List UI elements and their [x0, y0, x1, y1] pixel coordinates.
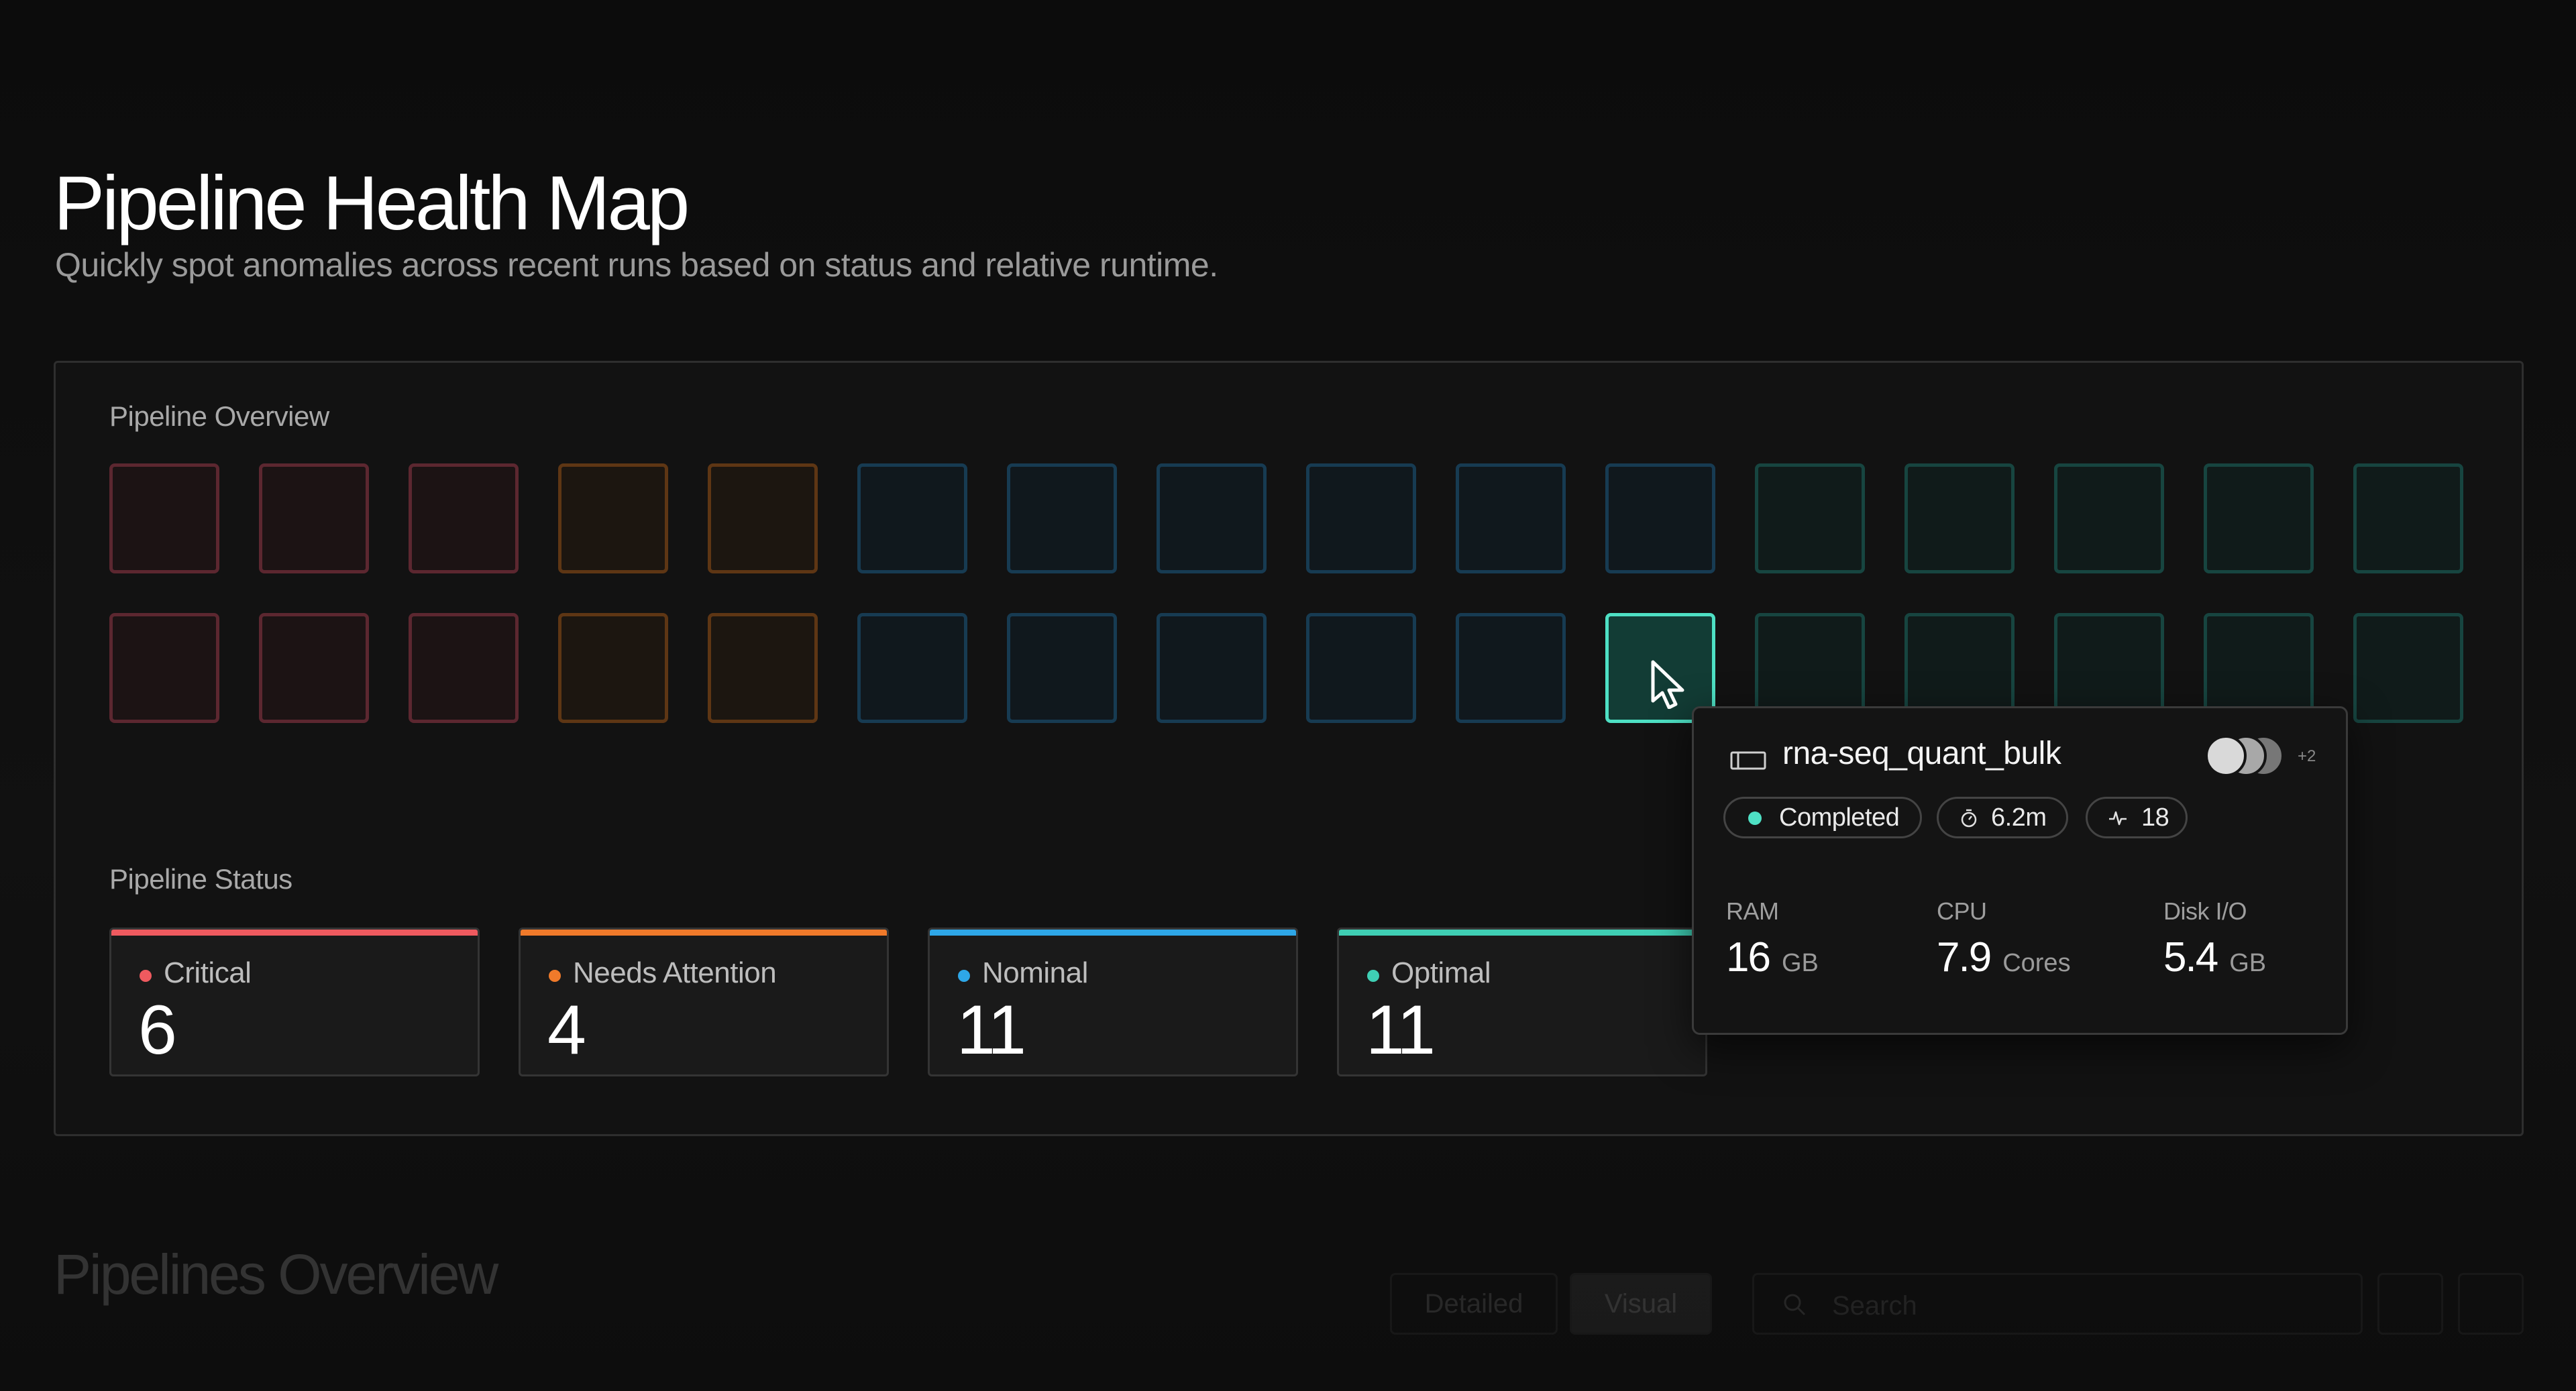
pipeline-cell-nominal[interactable] [1157, 463, 1267, 573]
pipeline-cell-nominal[interactable] [1007, 463, 1117, 573]
metric-disk-io: Disk I/O 5.4 GB [2163, 897, 2266, 981]
view-detailed-button[interactable]: Detailed [1390, 1273, 1558, 1335]
status-label: Pipeline Status [109, 863, 292, 895]
status-dot [140, 970, 152, 982]
status-card-name: Nominal [982, 956, 1088, 989]
pipeline-cell-optimal[interactable] [2204, 463, 2314, 573]
runtime-text: 6.2m [1991, 803, 2047, 832]
pipeline-cell-nominal[interactable] [1007, 613, 1117, 723]
metric-label: RAM [1726, 897, 1779, 925]
page-title: Pipeline Health Map [54, 161, 690, 246]
pipeline-cell-optimal[interactable] [1755, 463, 1865, 573]
stopwatch-icon [1961, 809, 1977, 828]
pipeline-cell-critical[interactable] [109, 613, 219, 723]
filter-button[interactable] [2377, 1273, 2443, 1335]
status-card-count: 4 [547, 991, 586, 1069]
status-card-count: 11 [1366, 991, 1436, 1069]
pipeline-cell-critical[interactable] [409, 613, 519, 723]
pipeline-cell-attention[interactable] [558, 613, 668, 723]
status-card-critical[interactable]: Critical 6 [109, 928, 480, 1076]
search-input[interactable]: Search [1752, 1273, 2363, 1335]
avatar-group[interactable] [2205, 735, 2292, 778]
runs-pill: 18 [2086, 797, 2188, 838]
pipeline-cell-attention[interactable] [708, 463, 818, 573]
pipeline-name: rna-seq_quant_bulk [1782, 736, 2061, 771]
section-title: Pipelines Overview [54, 1243, 498, 1306]
avatar-overflow-count: +2 [2298, 747, 2316, 765]
pipeline-cell-optimal[interactable] [2054, 463, 2164, 573]
metric-value: 7.9 [1937, 934, 1992, 981]
pipeline-grid [109, 463, 2471, 725]
pipeline-cell-nominal[interactable] [1456, 463, 1566, 573]
pipeline-cell-nominal[interactable] [1306, 613, 1416, 723]
status-card-accent [111, 930, 478, 936]
runs-text: 18 [2141, 803, 2169, 832]
status-card-nominal[interactable]: Nominal 11 [928, 928, 1298, 1076]
pipeline-tooltip: rna-seq_quant_bulk +2 Completed 6.2m 18 [1692, 706, 2348, 1035]
pipeline-cell-nominal[interactable] [1157, 613, 1267, 723]
status-card-optimal[interactable]: Optimal 11 [1337, 928, 1707, 1076]
pipeline-cell-critical[interactable] [259, 463, 369, 573]
pipeline-cell-nominal[interactable] [857, 613, 967, 723]
metric-unit: GB [1781, 949, 1819, 977]
pipeline-cell-nominal[interactable] [1306, 463, 1416, 573]
settings-button[interactable] [2458, 1273, 2524, 1335]
avatar [2205, 735, 2247, 777]
pipeline-icon [1730, 751, 1766, 770]
search-icon [1784, 1294, 1806, 1316]
status-dot [1748, 812, 1762, 825]
status-dot [1367, 970, 1379, 982]
status-card-name: Critical [164, 956, 252, 989]
search-placeholder: Search [1832, 1291, 1917, 1321]
runtime-pill: 6.2m [1937, 797, 2068, 838]
pipeline-cell-nominal[interactable] [1605, 463, 1715, 573]
pipeline-cell-optimal[interactable] [2353, 613, 2463, 723]
metric-ram: RAM 16 GB [1726, 897, 1819, 981]
page: Pipeline Health Map Quickly spot anomali… [0, 0, 2576, 1391]
pipeline-cell-critical[interactable] [109, 463, 219, 573]
status-card-count: 11 [957, 991, 1026, 1069]
status-text: Completed [1779, 803, 1900, 832]
pipeline-cell-critical[interactable] [259, 613, 369, 723]
pipeline-cell-attention[interactable] [558, 463, 668, 573]
metric-cpu: CPU 7.9 Cores [1937, 897, 2071, 981]
status-card-accent [521, 930, 887, 936]
metric-label: Disk I/O [2163, 897, 2247, 925]
status-card-count: 6 [138, 991, 177, 1069]
status-dot [958, 970, 970, 982]
activity-icon [2109, 811, 2127, 826]
pipeline-cell-optimal[interactable] [1904, 463, 2015, 573]
view-visual-button[interactable]: Visual [1570, 1273, 1712, 1335]
overview-label: Pipeline Overview [109, 400, 329, 432]
metric-unit: Cores [2002, 949, 2071, 977]
status-dot [549, 970, 561, 982]
status-card-accent [930, 930, 1296, 936]
pipeline-cell-nominal[interactable] [857, 463, 967, 573]
metric-value: 5.4 [2163, 934, 2218, 981]
pointer-cursor-icon [1651, 660, 1684, 709]
status-card-name: Optimal [1391, 956, 1491, 989]
pipeline-cell-nominal[interactable] [1456, 613, 1566, 723]
status-card-needs-attention[interactable]: Needs Attention 4 [519, 928, 889, 1076]
status-card-name: Needs Attention [573, 956, 777, 989]
status-pill: Completed [1723, 797, 1922, 838]
pipeline-cell-attention[interactable] [708, 613, 818, 723]
status-card-accent [1339, 930, 1705, 936]
metric-value: 16 [1726, 934, 1771, 981]
pipeline-cell-optimal[interactable] [2353, 463, 2463, 573]
pipeline-cell-critical[interactable] [409, 463, 519, 573]
metric-label: CPU [1937, 897, 1987, 925]
page-subtitle: Quickly spot anomalies across recent run… [55, 246, 1218, 284]
metric-unit: GB [2229, 949, 2267, 977]
